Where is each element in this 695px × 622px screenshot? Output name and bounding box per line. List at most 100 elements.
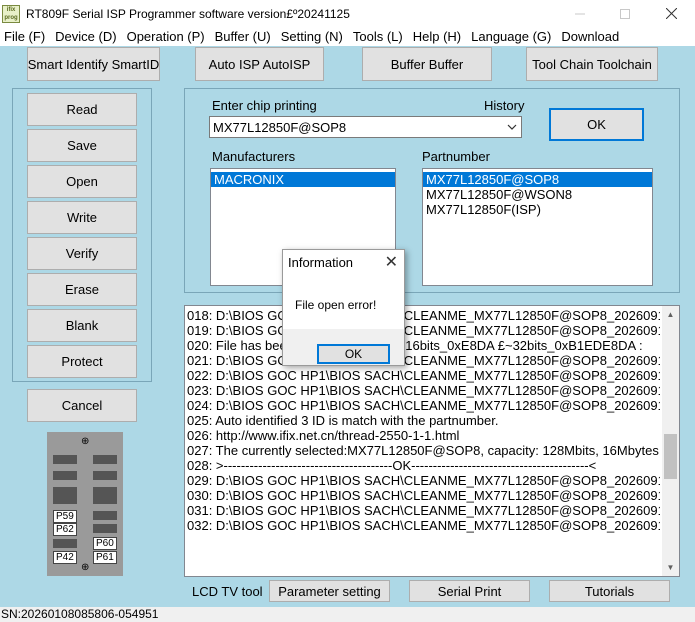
menu-device[interactable]: Device (D) (50, 29, 121, 44)
tutorials-button[interactable]: Tutorials (549, 580, 670, 602)
chip-label-p60: P60 (93, 537, 117, 550)
menu-setting[interactable]: Setting (N) (276, 29, 348, 44)
chip-printing-value: MX77L12850F@SOP8 (213, 119, 347, 135)
title-bar: ifix prog RT809F Serial ISP Programmer s… (0, 0, 695, 27)
list-item-macronix[interactable]: MACRONIX (211, 172, 395, 187)
serial-print-label: Serial Print (437, 583, 502, 599)
verify-button[interactable]: Verify (27, 237, 137, 270)
blank-label: Blank (65, 318, 99, 333)
smart-identify-label: Smart Identify SmartID (27, 56, 160, 72)
minimize-button[interactable] (557, 0, 603, 27)
scroll-up-icon[interactable]: ▲ (662, 306, 679, 323)
chip-bottom-mark-icon: ⊕ (81, 562, 90, 573)
dialog-message: File open error! (295, 298, 377, 312)
menu-operation[interactable]: Operation (P) (122, 29, 210, 44)
log-line: 031: D:\BIOS GOC HP1\BIOS SACH\CLEANME_M… (187, 503, 660, 518)
buffer-label: Buffer Buffer (390, 56, 464, 72)
parameter-setting-button[interactable]: Parameter setting (269, 580, 390, 602)
chip-label-p62: P62 (53, 523, 77, 536)
chip-pin (53, 471, 77, 480)
parameter-setting-label: Parameter setting (278, 583, 381, 599)
window-title: RT809F Serial ISP Programmer software ve… (26, 6, 350, 21)
open-button[interactable]: Open (27, 165, 137, 198)
toolchain-label: Tool Chain Toolchain (532, 56, 652, 72)
partnumber-label: Partnumber (422, 149, 490, 164)
log-line: 023: D:\BIOS GOC HP1\BIOS SACH\CLEANME_M… (187, 383, 660, 398)
menu-download[interactable]: Download (556, 29, 624, 44)
chip-top-mark-icon: ⊕ (81, 436, 90, 447)
serial-print-button[interactable]: Serial Print (409, 580, 530, 602)
menu-help[interactable]: Help (H) (408, 29, 466, 44)
tutorials-label: Tutorials (584, 583, 635, 599)
protect-button[interactable]: Protect (27, 345, 137, 378)
chevron-down-icon[interactable] (506, 121, 518, 133)
write-label: Write (66, 210, 98, 225)
menu-language[interactable]: Language (G) (466, 29, 556, 44)
ok-label: OK (587, 117, 606, 132)
log-line: 020: File has been loaded. Checksum16bit… (187, 338, 643, 353)
chip-label-p61: P61 (93, 551, 117, 564)
auto-isp-button[interactable]: Auto ISP AutoISP (195, 47, 324, 81)
log-line: 029: D:\BIOS GOC HP1\BIOS SACH\CLEANME_M… (187, 473, 660, 488)
log-line: 024: D:\BIOS GOC HP1\BIOS SACH\CLEANME_M… (187, 398, 660, 413)
chip-pin (53, 455, 77, 464)
log-line: 030: D:\BIOS GOC HP1\BIOS SACH\CLEANME_M… (187, 488, 660, 503)
log-line: 027: The currently selected:MX77L12850F@… (187, 443, 660, 458)
list-item-partnumber[interactable]: MX77L12850F@SOP8 (423, 172, 652, 187)
log-line: 018: D:\BIOS GOC HP1\BIOS SACH\CLEANME_M… (187, 308, 660, 323)
chip-pin (53, 495, 77, 504)
log-output[interactable]: 018: D:\BIOS GOC HP1\BIOS SACH\CLEANME_M… (184, 305, 680, 577)
protect-label: Protect (61, 354, 103, 369)
save-button[interactable]: Save (27, 129, 137, 162)
dialog-ok-label: OK (344, 347, 363, 361)
dialog-ok-button[interactable]: OK (317, 344, 390, 364)
log-line: 025: Auto identified 3 ID is match with … (187, 413, 499, 428)
log-line: 021: D:\BIOS GOC HP1\BIOS SACH\CLEANME_M… (187, 353, 660, 368)
log-scrollbar[interactable]: ▲ ▼ (662, 306, 679, 576)
scroll-down-icon[interactable]: ▼ (662, 559, 679, 576)
chip-pin (93, 471, 117, 480)
read-label: Read (66, 102, 98, 117)
list-item-partnumber[interactable]: MX77L12850F(ISP) (423, 202, 652, 217)
history-label[interactable]: History (484, 98, 524, 113)
maximize-icon (620, 8, 630, 19)
status-bar: SN:20260108085806-054951 (0, 607, 695, 622)
ok-button[interactable]: OK (549, 108, 644, 141)
menu-file[interactable]: File (F) (0, 29, 50, 44)
scroll-thumb[interactable] (664, 434, 677, 479)
auto-isp-label: Auto ISP AutoISP (208, 56, 311, 72)
partnumber-list[interactable]: MX77L12850F@SOP8 MX77L12850F@WSON8 MX77L… (422, 168, 653, 286)
cancel-button[interactable]: Cancel (27, 389, 137, 422)
toolchain-button[interactable]: Tool Chain Toolchain (526, 47, 658, 81)
write-button[interactable]: Write (27, 201, 137, 234)
dialog-title: Information (288, 255, 354, 270)
dialog-close-icon[interactable]: ✕ (385, 252, 398, 272)
buffer-button[interactable]: Buffer Buffer (362, 47, 492, 81)
smart-identify-button[interactable]: Smart Identify SmartID (27, 47, 160, 81)
chip-printing-combo[interactable]: MX77L12850F@SOP8 (209, 116, 522, 138)
enter-chip-label: Enter chip printing (212, 98, 317, 113)
log-line: 028: >----------------------------------… (187, 458, 597, 473)
maximize-button[interactable] (602, 0, 648, 27)
chip-pin (93, 511, 117, 520)
cancel-label: Cancel (61, 398, 103, 413)
chip-label-p59: P59 (53, 510, 77, 523)
log-line: 019: D:\BIOS GOC HP1\BIOS SACH\CLEANME_M… (187, 323, 660, 338)
chip-pin (93, 524, 117, 533)
serial-number: SN:20260108085806-054951 (1, 607, 159, 621)
minimize-icon (575, 13, 585, 14)
close-button[interactable] (648, 0, 694, 27)
erase-button[interactable]: Erase (27, 273, 137, 306)
save-label: Save (67, 138, 97, 153)
menu-tools[interactable]: Tools (L) (348, 29, 408, 44)
list-item-partnumber[interactable]: MX77L12850F@WSON8 (423, 187, 652, 202)
log-line: 026: http://www.ifix.net.cn/thread-2550-… (187, 428, 460, 443)
chip-pin (53, 539, 77, 548)
verify-label: Verify (65, 246, 99, 261)
erase-label: Erase (65, 282, 99, 297)
blank-button[interactable]: Blank (27, 309, 137, 342)
read-button[interactable]: Read (27, 93, 137, 126)
log-line: 032: D:\BIOS GOC HP1\BIOS SACH\CLEANME_M… (187, 518, 660, 533)
menu-buffer[interactable]: Buffer (U) (210, 29, 276, 44)
menu-bar: File (F) Device (D) Operation (P) Buffer… (0, 27, 695, 46)
